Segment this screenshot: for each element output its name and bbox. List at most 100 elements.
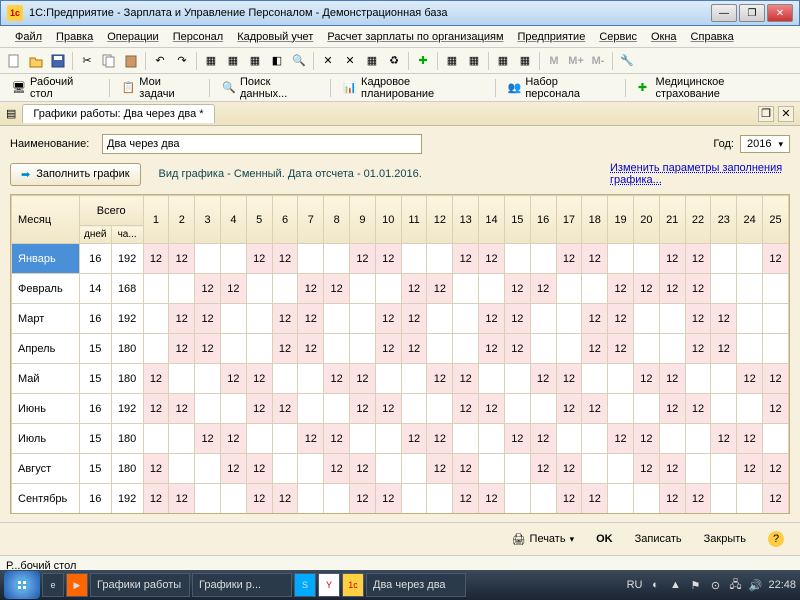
tb-mplus-icon[interactable]: M+ [566, 51, 586, 71]
menu-personnel[interactable]: Персонал [166, 29, 231, 45]
change-params-link[interactable]: Изменить параметры заполнения графика... [610, 162, 790, 186]
tb-icon[interactable]: ▦ [245, 51, 265, 71]
menu-hr[interactable]: Кадровый учет [230, 29, 320, 45]
tb-icon[interactable]: ▦ [464, 51, 484, 71]
tb-icon[interactable]: ▦ [362, 51, 382, 71]
table-row[interactable]: Июнь1619212121212121212121212121212 [12, 394, 789, 424]
taskbar-tab[interactable]: Графики р... [192, 573, 292, 597]
ok-button[interactable]: OK [590, 531, 619, 547]
cross-icon: ✚ [638, 81, 652, 95]
clock[interactable]: 22:48 [768, 579, 796, 591]
menu-file[interactable]: Файл [8, 29, 49, 45]
taskbar-tab[interactable]: Два через два [366, 573, 466, 597]
tb-icon[interactable]: ✕ [340, 51, 360, 71]
menu-service[interactable]: Сервис [592, 29, 644, 45]
tb-mminus-icon[interactable]: M- [588, 51, 608, 71]
help-button[interactable]: ? [762, 529, 790, 549]
menu-windows[interactable]: Окна [644, 29, 684, 45]
tb-icon[interactable]: ✕ [318, 51, 338, 71]
nav-desktop[interactable]: 🖥Рабочий стол [6, 74, 103, 102]
chevron-down-icon: ▾ [778, 139, 783, 150]
year-select[interactable]: 2016▾ [740, 135, 790, 153]
name-input[interactable] [102, 134, 422, 154]
paste-icon[interactable] [121, 51, 141, 71]
search-icon: 🔍 [222, 81, 236, 95]
menu-payroll[interactable]: Расчет зарплаты по организациям [320, 29, 510, 45]
taskbar-app-icon[interactable]: ▶ [66, 573, 88, 597]
menu-bar: Файл Правка Операции Персонал Кадровый у… [0, 26, 800, 48]
table-row[interactable]: Апрель15180121212121212121212121212 [12, 334, 789, 364]
arrow-right-icon: ➡ [21, 168, 30, 181]
tb-icon[interactable]: 🔧 [617, 51, 637, 71]
nav-tasks[interactable]: 📋Мои задачи [116, 74, 204, 102]
tb-icon[interactable]: ✚ [413, 51, 433, 71]
minimize-button[interactable]: — [711, 4, 737, 22]
start-button[interactable] [4, 571, 40, 599]
volume-icon[interactable]: 🔊 [748, 578, 762, 592]
undo-icon[interactable]: ↶ [150, 51, 170, 71]
close-form-button[interactable]: Закрыть [698, 531, 752, 547]
taskbar-ie-icon[interactable]: e [42, 573, 64, 597]
nav-recruit[interactable]: 👥Набор персонала [502, 74, 619, 102]
cut-icon[interactable]: ✂ [77, 51, 97, 71]
table-row[interactable]: Январь1619212121212121212121212121212 [12, 244, 789, 274]
tab-close-icon[interactable]: ✕ [778, 106, 794, 122]
tb-icon[interactable]: ♻ [384, 51, 404, 71]
flag-icon[interactable]: ⚑ [688, 578, 702, 592]
table-row[interactable]: Февраль14168121212121212121212121212 [12, 274, 789, 304]
tb-icon[interactable]: 🔍 [289, 51, 309, 71]
close-button[interactable]: ✕ [767, 4, 793, 22]
tb-icon[interactable]: ▦ [201, 51, 221, 71]
save-button[interactable]: Записать [629, 531, 688, 547]
redo-icon[interactable]: ↷ [172, 51, 192, 71]
save-icon[interactable] [48, 51, 68, 71]
tray-icon[interactable]: ⊙ [708, 578, 722, 592]
tb-icon[interactable]: ▦ [493, 51, 513, 71]
table-row[interactable]: Август1518012121212121212121212121212 [12, 454, 789, 484]
nav-bar: 🖥Рабочий стол 📋Мои задачи 🔍Поиск данных.… [0, 74, 800, 102]
tab-active[interactable]: Графики работы: Два через два * [22, 104, 214, 123]
copy-icon[interactable] [99, 51, 119, 71]
tray-icon[interactable]: ◐ [648, 578, 662, 592]
printer-icon: 🖨 [512, 533, 526, 546]
fill-button[interactable]: ➡ Заполнить график [10, 163, 141, 186]
taskbar-skype-icon[interactable]: S [294, 573, 316, 597]
nav-planning[interactable]: 📊Кадровое планирование [337, 74, 488, 102]
new-icon[interactable] [4, 51, 24, 71]
menu-operations[interactable]: Операции [100, 29, 165, 45]
open-icon[interactable] [26, 51, 46, 71]
maximize-button[interactable]: ❐ [739, 4, 765, 22]
taskbar-1c-icon[interactable]: 1c [342, 573, 364, 597]
menu-edit[interactable]: Правка [49, 29, 100, 45]
network-icon[interactable]: 🖧 [728, 578, 742, 592]
tab-list-icon[interactable]: ▤ [6, 107, 16, 120]
table-row[interactable]: Сентябрь1619212121212121212121212121212 [12, 484, 789, 514]
tasks-icon: 📋 [122, 81, 136, 95]
taskbar-y-icon[interactable]: Y [318, 573, 340, 597]
tb-icon[interactable]: ▦ [442, 51, 462, 71]
system-tray: RU ◐ ▲ ⚑ ⊙ 🖧 🔊 22:48 [627, 578, 796, 592]
chart-icon: 📊 [343, 81, 357, 95]
tb-m-icon[interactable]: M [544, 51, 564, 71]
app-icon: 1c [7, 5, 23, 21]
tb-icon[interactable]: ◧ [267, 51, 287, 71]
window-title: 1С:Предприятие - Зарплата и Управление П… [29, 7, 711, 19]
nav-medical[interactable]: ✚Медицинское страхование [632, 74, 794, 102]
schedule-grid[interactable]: МесяцВсего123456789101112131415161718192… [10, 194, 790, 514]
tab-window-icon[interactable]: ❐ [758, 106, 774, 122]
schedule-info: Вид графика - Сменный. Дата отсчета - 01… [159, 168, 422, 180]
tb-icon[interactable]: ▦ [515, 51, 535, 71]
lang-indicator[interactable]: RU [627, 579, 643, 591]
menu-help[interactable]: Справка [684, 29, 741, 45]
tb-icon[interactable]: ▦ [223, 51, 243, 71]
title-bar: 1c 1С:Предприятие - Зарплата и Управлени… [0, 0, 800, 26]
table-row[interactable]: Июль15180121212121212121212121212 [12, 424, 789, 454]
table-row[interactable]: Май1518012121212121212121212121212 [12, 364, 789, 394]
tray-icon[interactable]: ▲ [668, 578, 682, 592]
nav-search[interactable]: 🔍Поиск данных... [216, 74, 324, 102]
menu-enterprise[interactable]: Предприятие [511, 29, 593, 45]
table-row[interactable]: Март16192121212121212121212121212 [12, 304, 789, 334]
print-button[interactable]: 🖨Печать▾ [506, 531, 581, 548]
taskbar-tab[interactable]: Графики работы [90, 573, 190, 597]
toolbar-main: ✂ ↶ ↷ ▦ ▦ ▦ ◧ 🔍 ✕ ✕ ▦ ♻ ✚ ▦ ▦ ▦ ▦ M M+ M… [0, 48, 800, 74]
